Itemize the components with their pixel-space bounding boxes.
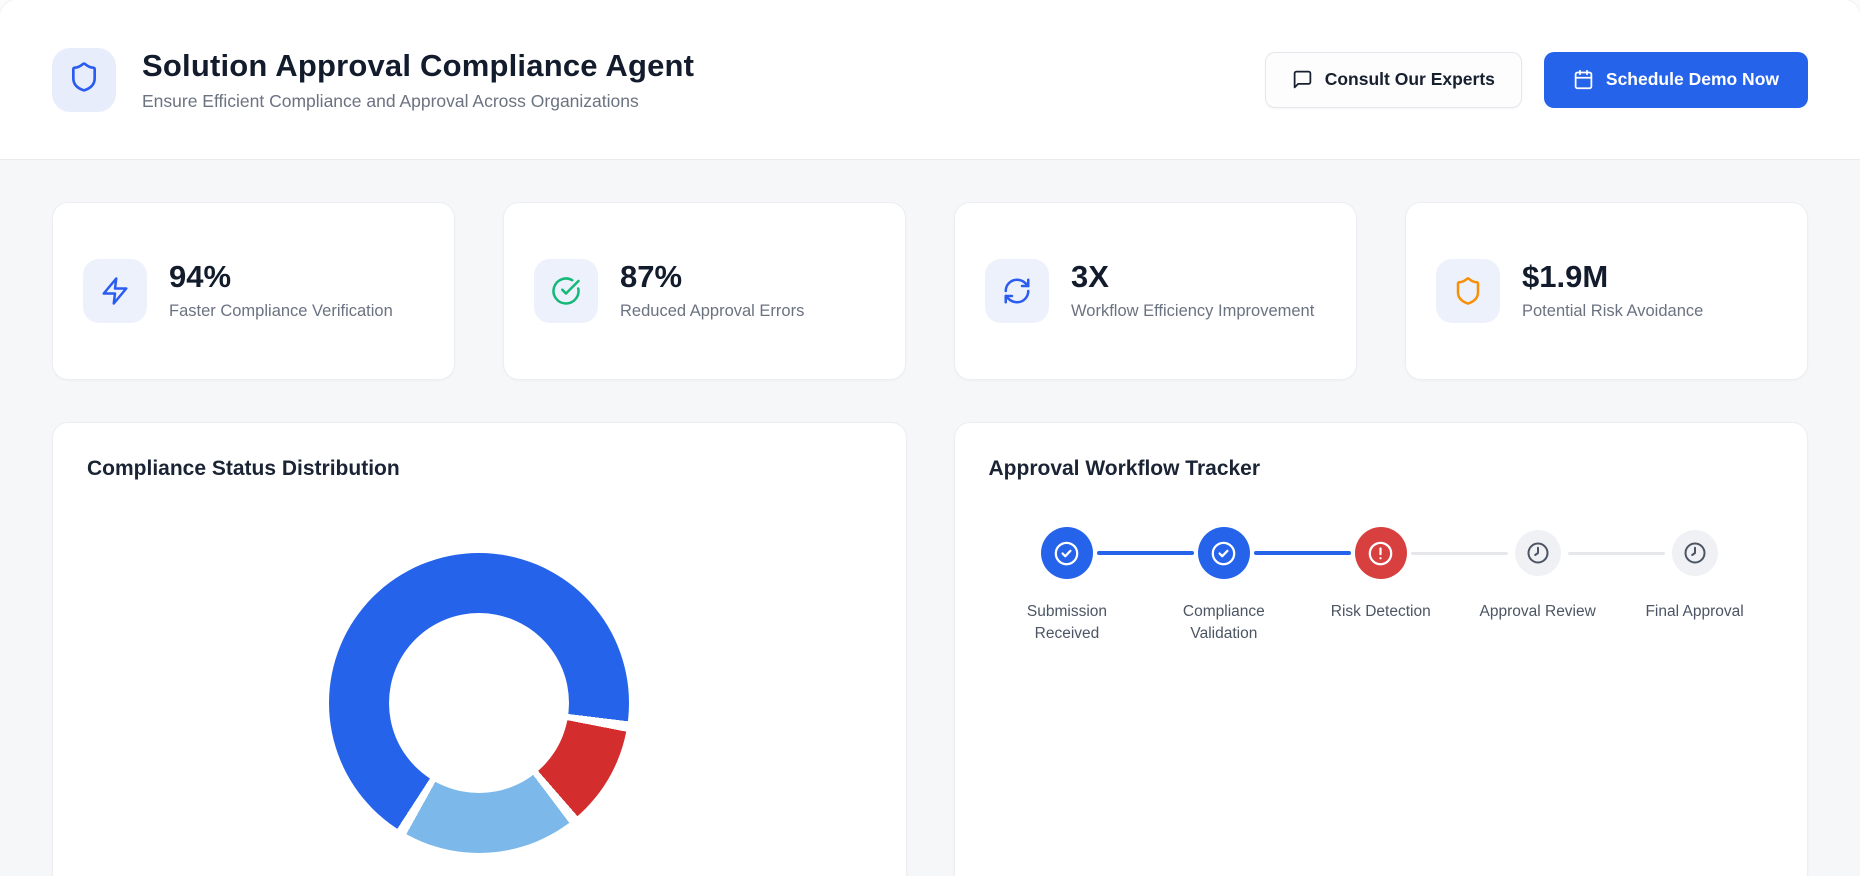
clock-icon	[1671, 530, 1718, 576]
workflow-step: Risk Detection	[1302, 527, 1508, 646]
stat-value: 3X	[1071, 259, 1109, 295]
calendar-icon	[1573, 69, 1594, 90]
stat-text: $1.9M Potential Risk Avoidance	[1522, 259, 1703, 322]
alert-circle-icon	[1354, 527, 1407, 579]
workflow-step: Approval Review	[1459, 527, 1665, 646]
approval-workflow-panel: Approval Workflow Tracker Submission Rec…	[953, 422, 1808, 876]
workflow-panel-title: Approval Workflow Tracker	[988, 457, 1261, 480]
donut-chart-wrap	[87, 481, 872, 853]
stat-value: 94%	[169, 259, 232, 295]
shield-logo-badge	[52, 47, 116, 112]
stat-value: $1.9M	[1522, 259, 1609, 295]
circle-check-icon	[1197, 527, 1250, 579]
workflow-step: Submission Received	[989, 527, 1194, 646]
workflow-stepper: Submission Received Compliance Validatio…	[989, 527, 1774, 646]
stat-label: Potential Risk Avoidance	[1522, 302, 1704, 321]
stat-card: 87% Reduced Approval Errors	[503, 202, 906, 380]
consult-experts-label: Consult Our Experts	[1324, 69, 1495, 89]
stat-text: 87% Reduced Approval Errors	[620, 259, 804, 322]
step-label: Submission Received	[1026, 603, 1108, 643]
consult-experts-button[interactable]: Consult Our Experts	[1264, 51, 1522, 108]
stat-card: 94% Faster Compliance Verification	[52, 202, 455, 380]
app-window: Solution Approval Compliance Agent Ensur…	[0, 0, 1860, 876]
stat-label: Faster Compliance Verification	[169, 302, 393, 321]
zap-icon	[83, 259, 147, 323]
stat-card: 3X Workflow Efficiency Improvement	[954, 202, 1357, 380]
compliance-distribution-panel: Compliance Status Distribution	[52, 422, 907, 876]
stat-label: Workflow Efficiency Improvement	[1071, 302, 1315, 321]
shield-icon	[1436, 259, 1500, 323]
header: Solution Approval Compliance Agent Ensur…	[0, 0, 1860, 160]
step-label: Approval Review	[1479, 603, 1596, 620]
check-circle-icon	[534, 259, 598, 323]
panels-row: Compliance Status Distribution Approval …	[52, 422, 1808, 876]
stat-text: 3X Workflow Efficiency Improvement	[1071, 259, 1314, 322]
circle-check-icon	[1040, 527, 1093, 579]
schedule-demo-button[interactable]: Schedule Demo Now	[1543, 51, 1808, 108]
workflow-step: Final Approval	[1616, 527, 1773, 646]
stat-label: Reduced Approval Errors	[620, 302, 805, 321]
header-actions: Consult Our Experts Schedule Demo Now	[1264, 51, 1808, 108]
refresh-icon	[985, 259, 1049, 323]
stat-card: $1.9M Potential Risk Avoidance	[1405, 202, 1808, 380]
shield-icon	[68, 61, 100, 98]
stat-value: 87%	[620, 259, 683, 295]
compliance-panel-title: Compliance Status Distribution	[87, 457, 400, 480]
stat-text: 94% Faster Compliance Verification	[169, 259, 393, 322]
step-label: Compliance Validation	[1182, 603, 1265, 643]
title-block: Solution Approval Compliance Agent Ensur…	[142, 48, 694, 112]
donut-chart	[329, 553, 630, 853]
stats-grid: 94% Faster Compliance Verification 87% R…	[52, 202, 1808, 380]
step-label: Final Approval	[1645, 603, 1744, 620]
page-subtitle: Ensure Efficient Compliance and Approval…	[142, 90, 639, 111]
workflow-step: Compliance Validation	[1145, 527, 1351, 646]
chat-bubble-icon	[1292, 69, 1313, 90]
step-label: Risk Detection	[1330, 603, 1431, 620]
header-brand: Solution Approval Compliance Agent Ensur…	[52, 47, 694, 112]
schedule-demo-label: Schedule Demo Now	[1605, 69, 1779, 89]
page-title: Solution Approval Compliance Agent	[142, 47, 695, 83]
main-content: 94% Faster Compliance Verification 87% R…	[0, 160, 1860, 876]
clock-icon	[1514, 530, 1561, 576]
